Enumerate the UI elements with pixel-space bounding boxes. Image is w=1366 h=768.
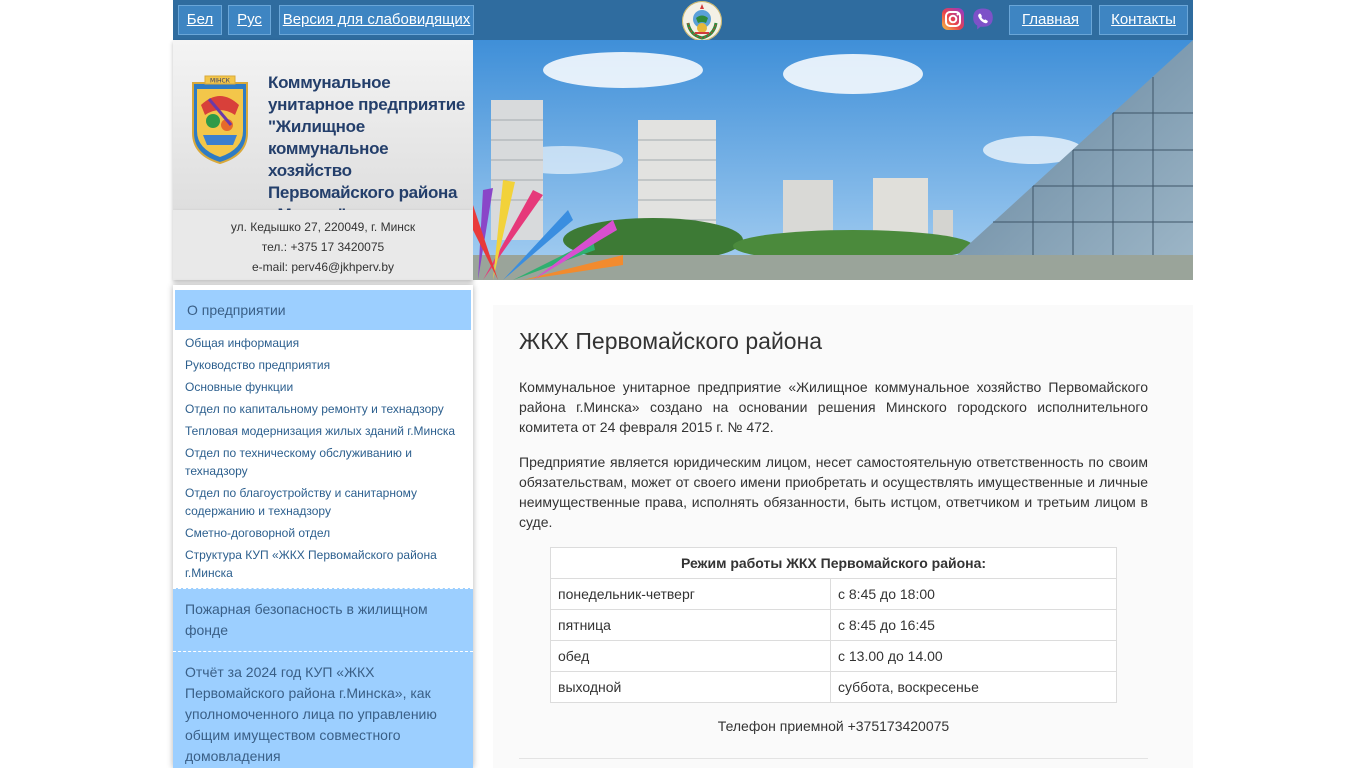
schedule-day: пятница bbox=[550, 609, 831, 641]
phone-text: тел.: +375 17 3420075 bbox=[261, 240, 385, 254]
table-header-row: Режим работы ЖКХ Первомайского района: bbox=[550, 547, 1117, 579]
logo-block: МІНСК Коммунальное унитарное предприятие… bbox=[173, 40, 473, 224]
table-row: пятница с 8:45 до 16:45 bbox=[550, 609, 1117, 641]
home-button[interactable]: Главная bbox=[1009, 5, 1092, 35]
low-vision-button[interactable]: Версия для слабовидящих bbox=[279, 5, 474, 35]
sidebar-item-technical-service[interactable]: Отдел по техническому обслуживанию и тех… bbox=[185, 444, 463, 480]
sidebar-item-general-info[interactable]: Общая информация bbox=[185, 334, 463, 352]
header-banner-image bbox=[473, 40, 1193, 280]
email-line: e-mail: perv46@jkhperv.by bbox=[173, 257, 473, 277]
page-title: ЖКХ Первомайского района bbox=[519, 328, 823, 354]
schedule-table: Режим работы ЖКХ Первомайского района: п… bbox=[550, 547, 1117, 703]
reception-phone: Телефон приемной +375173420075 bbox=[717, 718, 950, 734]
sidebar-item-landscaping[interactable]: Отдел по благоустройству и санитарному с… bbox=[185, 484, 463, 520]
sidebar-item-main-functions[interactable]: Основные функции bbox=[185, 378, 463, 396]
schedule-title: Режим работы ЖКХ Первомайского района: bbox=[550, 547, 1117, 579]
schedule-time: суббота, воскресенье bbox=[830, 671, 1117, 703]
legal-status-paragraph: Предприятие является юридическим лицом, … bbox=[519, 454, 1148, 530]
intro-paragraph: Коммунальное унитарное предприятие «Жили… bbox=[519, 379, 1148, 435]
address-text: ул. Кедышко 27, 220049, г. Минск bbox=[230, 220, 416, 234]
organization-name: Коммунальное унитарное предприятие "Жили… bbox=[268, 73, 466, 224]
sidebar-sublist: Общая информация Руководство предприятия… bbox=[173, 330, 473, 588]
table-row: обед с 13.00 до 14.00 bbox=[550, 640, 1117, 672]
sidebar-section-fire-safety[interactable]: Пожарная безопасность в жилищном фонде bbox=[173, 588, 473, 651]
minsk-crest-icon[interactable]: МІНСК bbox=[191, 75, 249, 165]
sidebar-nav: О предприятии Общая информация Руководст… bbox=[173, 285, 473, 768]
svg-text:МІНСК: МІНСК bbox=[210, 78, 231, 85]
contact-info: ул. Кедышко 27, 220049, г. Минск тел.: +… bbox=[173, 210, 473, 280]
page-wrapper: Бел Рус Версия для слабовидящих Главная … bbox=[173, 0, 1193, 768]
content-divider bbox=[519, 758, 1148, 759]
lang-belarusian-button[interactable]: Бел bbox=[178, 5, 222, 35]
state-emblem-icon bbox=[682, 1, 722, 41]
sidebar-item-estimates[interactable]: Сметно-договорной отдел bbox=[185, 524, 463, 542]
schedule-day: понедельник-четверг bbox=[550, 578, 831, 610]
schedule-day: обед bbox=[550, 640, 831, 672]
table-row: понедельник-четверг с 8:45 до 18:00 bbox=[550, 578, 1117, 610]
sidebar-section-about[interactable]: О предприятии bbox=[175, 290, 471, 330]
sidebar-item-structure[interactable]: Структура КУП «ЖКХ Первомайского района … bbox=[185, 546, 463, 582]
top-bar: Бел Рус Версия для слабовидящих Главная … bbox=[173, 0, 1193, 41]
schedule-time: с 8:45 до 18:00 bbox=[830, 578, 1117, 610]
sidebar-item-capital-repair[interactable]: Отдел по капитальному ремонту и технадзо… bbox=[185, 400, 463, 418]
schedule-day: выходной bbox=[550, 671, 831, 703]
table-row: выходной суббота, воскресенье bbox=[550, 671, 1117, 703]
lang-russian-button[interactable]: Рус bbox=[228, 5, 271, 35]
viber-icon[interactable] bbox=[971, 7, 995, 31]
email-link[interactable]: perv46@jkhperv.by bbox=[291, 260, 394, 274]
sidebar-item-management[interactable]: Руководство предприятия bbox=[185, 356, 463, 374]
schedule-time: с 13.00 до 14.00 bbox=[830, 640, 1117, 672]
contacts-button[interactable]: Контакты bbox=[1099, 5, 1188, 35]
email-label: e-mail: bbox=[251, 260, 292, 274]
sidebar-section-report-2024[interactable]: Отчёт за 2024 год КУП «ЖКХ Первомайского… bbox=[173, 651, 473, 768]
sidebar-item-thermal-modernization[interactable]: Тепловая модернизация жилых зданий г.Мин… bbox=[185, 422, 463, 440]
main-content: ЖКХ Первомайского района Коммунальное ун… bbox=[493, 305, 1193, 768]
instagram-icon[interactable] bbox=[941, 7, 965, 31]
schedule-time: с 8:45 до 16:45 bbox=[830, 609, 1117, 641]
